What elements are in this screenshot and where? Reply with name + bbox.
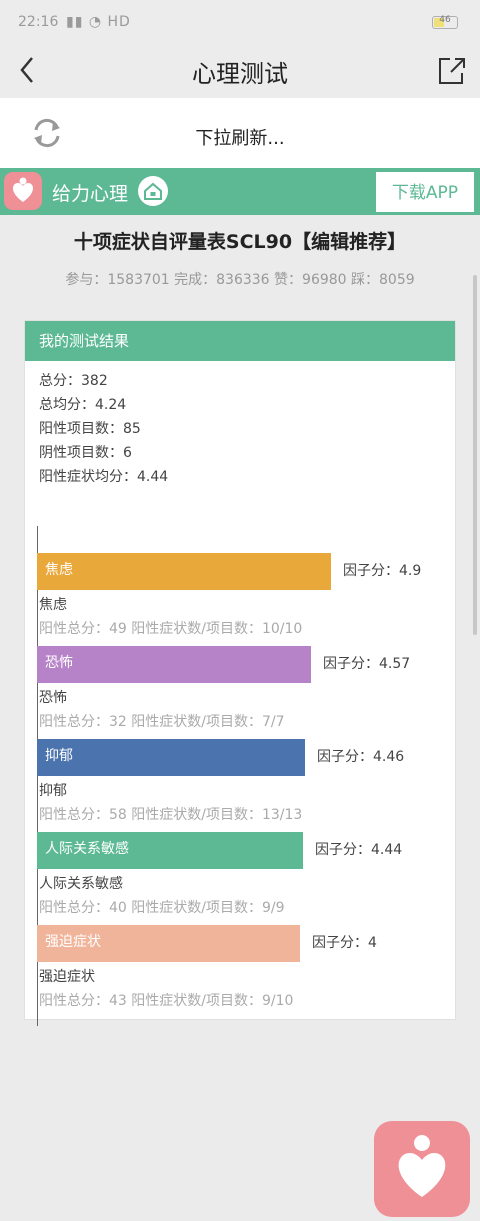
factor-bar-label: 抑郁 <box>45 748 73 764</box>
nav-bar: 心理测试 <box>0 44 480 98</box>
factor-row: 恐怖 因子分：4.57 恐怖 阳性总分：32 阳性症状数/项目数：7/7 <box>37 619 457 730</box>
factor-score: 因子分：4 <box>312 935 377 951</box>
status-time: 22:16 <box>18 14 59 30</box>
factor-name: 焦虑 <box>39 597 67 613</box>
battery-icon: 46 <box>432 15 458 29</box>
factor-row: 人际关系敏感 因子分：4.44 人际关系敏感 阳性总分：40 阳性症状数/项目数：9/… <box>37 805 457 916</box>
app-logo-icon <box>398 1135 446 1197</box>
status-bar: 22:16 ▮▮ ◔ HD 46 <box>0 0 480 44</box>
factor-bar: 抑郁 <box>37 739 305 776</box>
factor-bar: 恐怖 <box>37 646 311 683</box>
factor-bar: 人际关系敏感 <box>37 832 303 869</box>
pull-to-refresh: 下拉刷新... <box>0 98 480 168</box>
factor-bar-label: 焦虑 <box>45 562 73 578</box>
factor-bar-label: 强迫症状 <box>45 934 101 950</box>
factor-score: 因子分：4.46 <box>317 749 405 765</box>
factor-detail: 阳性总分：43 阳性症状数/项目数：9/10 <box>39 993 294 1009</box>
factor-bar: 焦虑 <box>37 553 331 590</box>
test-title: 十项症状自评量表SCL90【编辑推荐】 <box>73 231 407 253</box>
download-app-button[interactable]: 下载APP <box>376 172 474 212</box>
factor-row: 强迫症状 因子分：4 强迫症状阳性总分：43 阳性症状数/项目数：9/10 <box>37 898 457 1009</box>
result-card: 我的测试结果 总分：382 总均分：4.24 阳性项目数：85 阴性项目数：6 … <box>24 320 457 1026</box>
home-icon[interactable] <box>138 176 168 206</box>
summary-positive-count: 阳性项目数：85 <box>39 421 141 437</box>
factor-score: 因子分：4.9 <box>343 563 422 579</box>
result-summary: 总分：382 总均分：4.24 阳性项目数：85 阴性项目数：6 阳性症状均分：… <box>25 361 455 489</box>
result-header: 我的测试结果 <box>25 321 455 361</box>
summary-average: 总均分：4.24 <box>39 397 127 413</box>
factor-name: 强迫症状 <box>39 969 95 985</box>
factor-score: 因子分：4.44 <box>315 842 403 858</box>
signal-indicator: ▮▮ ◔ HD <box>66 14 131 30</box>
factor-bar-label: 恐怖 <box>45 655 73 671</box>
main-content: 十项症状自评量表SCL90【编辑推荐】 参与：1583701 完成：836336… <box>0 215 480 1217</box>
brand-bar: 给力心理 下载APP <box>0 168 480 215</box>
summary-negative-count: 阴性项目数：6 <box>39 445 132 461</box>
factor-bar: 强迫症状 <box>37 925 300 962</box>
brand-name: 给力心理 <box>52 183 129 205</box>
factor-score: 因子分：4.57 <box>323 656 411 672</box>
share-icon <box>439 58 465 84</box>
summary-positive-average: 阳性症状均分：4.44 <box>39 469 169 485</box>
app-logo-icon <box>4 172 42 210</box>
refresh-text: 下拉刷新... <box>195 128 285 149</box>
factor-row: 焦虑 因子分：4.9 焦虑 阳性总分：49 阳性症状数/项目数：10/10 <box>37 526 457 637</box>
factor-bar-label: 人际关系敏感 <box>45 841 129 857</box>
summary-total: 总分：382 <box>39 373 108 389</box>
share-button[interactable] <box>436 52 466 88</box>
floating-app-button[interactable] <box>374 1121 470 1217</box>
factor-name: 恐怖 <box>39 690 67 706</box>
factor-name: 抑郁 <box>39 783 67 799</box>
factor-name: 人际关系敏感 <box>39 876 123 892</box>
factor-row: 抑郁 因子分：4.46 抑郁 阳性总分：58 阳性症状数/项目数：13/13 <box>37 712 457 823</box>
page-title: 心理测试 <box>192 60 288 88</box>
test-stats: 参与：1583701 完成：836336 赞：96980 踩：8059 <box>65 272 415 288</box>
scrollbar[interactable] <box>473 275 477 635</box>
